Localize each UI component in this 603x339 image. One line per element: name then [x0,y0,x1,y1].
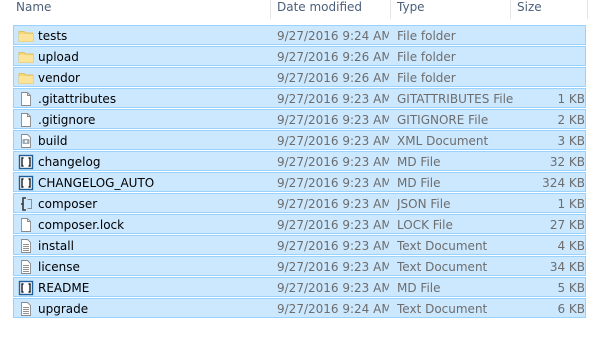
file-row[interactable]: .gitattributes 9/27/2016 9:23 AM GITATTR… [13,88,586,108]
file-size: 6 KB [557,302,585,316]
column-divider[interactable] [587,0,588,19]
file-list-view: Name Date modified Type Size tests 9/27/… [0,0,603,339]
file-type: Text Document [397,302,488,316]
file-date-modified: 9/27/2016 9:23 AM [277,281,389,295]
file-size: 32 KB [549,155,585,169]
json-file-icon [18,196,34,212]
file-type: MD File [397,281,441,295]
file-date-modified: 9/27/2016 9:23 AM [277,197,389,211]
file-name: upgrade [38,302,89,316]
file-size: 4 KB [557,239,585,253]
file-row[interactable]: CHANGELOG_AUTO 9/27/2016 9:23 AM MD File… [13,172,586,192]
file-name: CHANGELOG_AUTO [38,176,155,190]
file-size: 2 KB [557,113,585,127]
file-row[interactable]: build 9/27/2016 9:23 AM XML Document 3 K… [13,130,586,150]
file-type: File folder [397,71,456,85]
file-type: GITIGNORE File [397,113,489,127]
file-row[interactable]: changelog 9/27/2016 9:23 AM MD File 32 K… [13,151,586,171]
file-date-modified: 9/27/2016 9:23 AM [277,218,389,232]
xml-file-icon [18,133,34,149]
md-file-icon [18,154,34,170]
file-row[interactable]: upgrade 9/27/2016 9:24 AM Text Document … [13,298,586,318]
file-type: MD File [397,155,441,169]
file-row[interactable]: composer.lock 9/27/2016 9:23 AM LOCK Fil… [13,214,586,234]
file-size [513,47,585,67]
column-divider[interactable] [390,0,391,19]
file-date-modified: 9/27/2016 9:23 AM [277,176,389,190]
file-type: GITATTRIBUTES File [397,92,514,106]
text-file-icon [18,301,34,317]
file-name: tests [38,29,68,43]
file-type: LOCK File [397,218,453,232]
file-size: 1 KB [557,197,585,211]
file-row[interactable]: README 9/27/2016 9:23 AM MD File 5 KB [13,277,586,297]
file-size: 27 KB [549,218,585,232]
file-name: README [38,281,90,295]
file-type: Text Document [397,239,488,253]
file-size [513,26,585,46]
file-name: vendor [38,71,80,85]
folder-icon [18,28,34,44]
file-row[interactable]: vendor 9/27/2016 9:26 AM File folder [13,67,586,87]
file-name: license [38,260,80,274]
file-type: MD File [397,176,441,190]
folder-icon [18,49,34,65]
file-date-modified: 9/27/2016 9:26 AM [277,71,389,85]
blank-file-icon [18,112,34,128]
file-type: File folder [397,29,456,43]
file-row[interactable]: composer 9/27/2016 9:23 AM JSON File 1 K… [13,193,586,213]
file-date-modified: 9/27/2016 9:23 AM [277,155,389,169]
file-size: 1 KB [557,92,585,106]
file-date-modified: 9/27/2016 9:23 AM [277,260,389,274]
file-size: 324 KB [542,176,585,190]
column-header-name[interactable]: Name [16,0,51,19]
file-date-modified: 9/27/2016 9:24 AM [277,29,389,43]
file-name: .gitattributes [38,92,117,106]
file-name: .gitignore [38,113,96,127]
file-row[interactable]: install 9/27/2016 9:23 AM Text Document … [13,235,586,255]
column-divider[interactable] [270,0,271,19]
file-name: composer [38,197,98,211]
file-name: composer.lock [38,218,125,232]
md-file-icon [18,280,34,296]
column-header-type[interactable]: Type [397,0,425,19]
blank-file-icon [18,91,34,107]
file-size [513,68,585,88]
file-date-modified: 9/27/2016 9:23 AM [277,92,389,106]
file-date-modified: 9/27/2016 9:23 AM [277,239,389,253]
file-type: Text Document [397,260,488,274]
file-date-modified: 9/27/2016 9:23 AM [277,134,389,148]
file-name: changelog [38,155,101,169]
file-row[interactable]: .gitignore 9/27/2016 9:23 AM GITIGNORE F… [13,109,586,129]
md-file-icon [18,175,34,191]
file-type: JSON File [397,197,451,211]
file-type: XML Document [397,134,489,148]
column-header-size[interactable]: Size [517,0,542,19]
blank-file-icon [18,217,34,233]
file-size: 3 KB [557,134,585,148]
text-file-icon [18,259,34,275]
file-name: install [38,239,74,253]
file-date-modified: 9/27/2016 9:23 AM [277,113,389,127]
file-name: build [38,134,68,148]
column-header-bar: Name Date modified Type Size [0,0,603,19]
file-name: upload [38,50,79,64]
folder-icon [18,70,34,86]
column-header-date-modified[interactable]: Date modified [277,0,362,19]
column-divider[interactable] [510,0,511,19]
file-date-modified: 9/27/2016 9:24 AM [277,302,389,316]
file-date-modified: 9/27/2016 9:26 AM [277,50,389,64]
file-row[interactable]: license 9/27/2016 9:23 AM Text Document … [13,256,586,276]
file-row[interactable]: tests 9/27/2016 9:24 AM File folder [13,25,586,45]
file-size: 5 KB [557,281,585,295]
text-file-icon [18,238,34,254]
file-row[interactable]: upload 9/27/2016 9:26 AM File folder [13,46,586,66]
file-size: 34 KB [549,260,585,274]
file-type: File folder [397,50,456,64]
